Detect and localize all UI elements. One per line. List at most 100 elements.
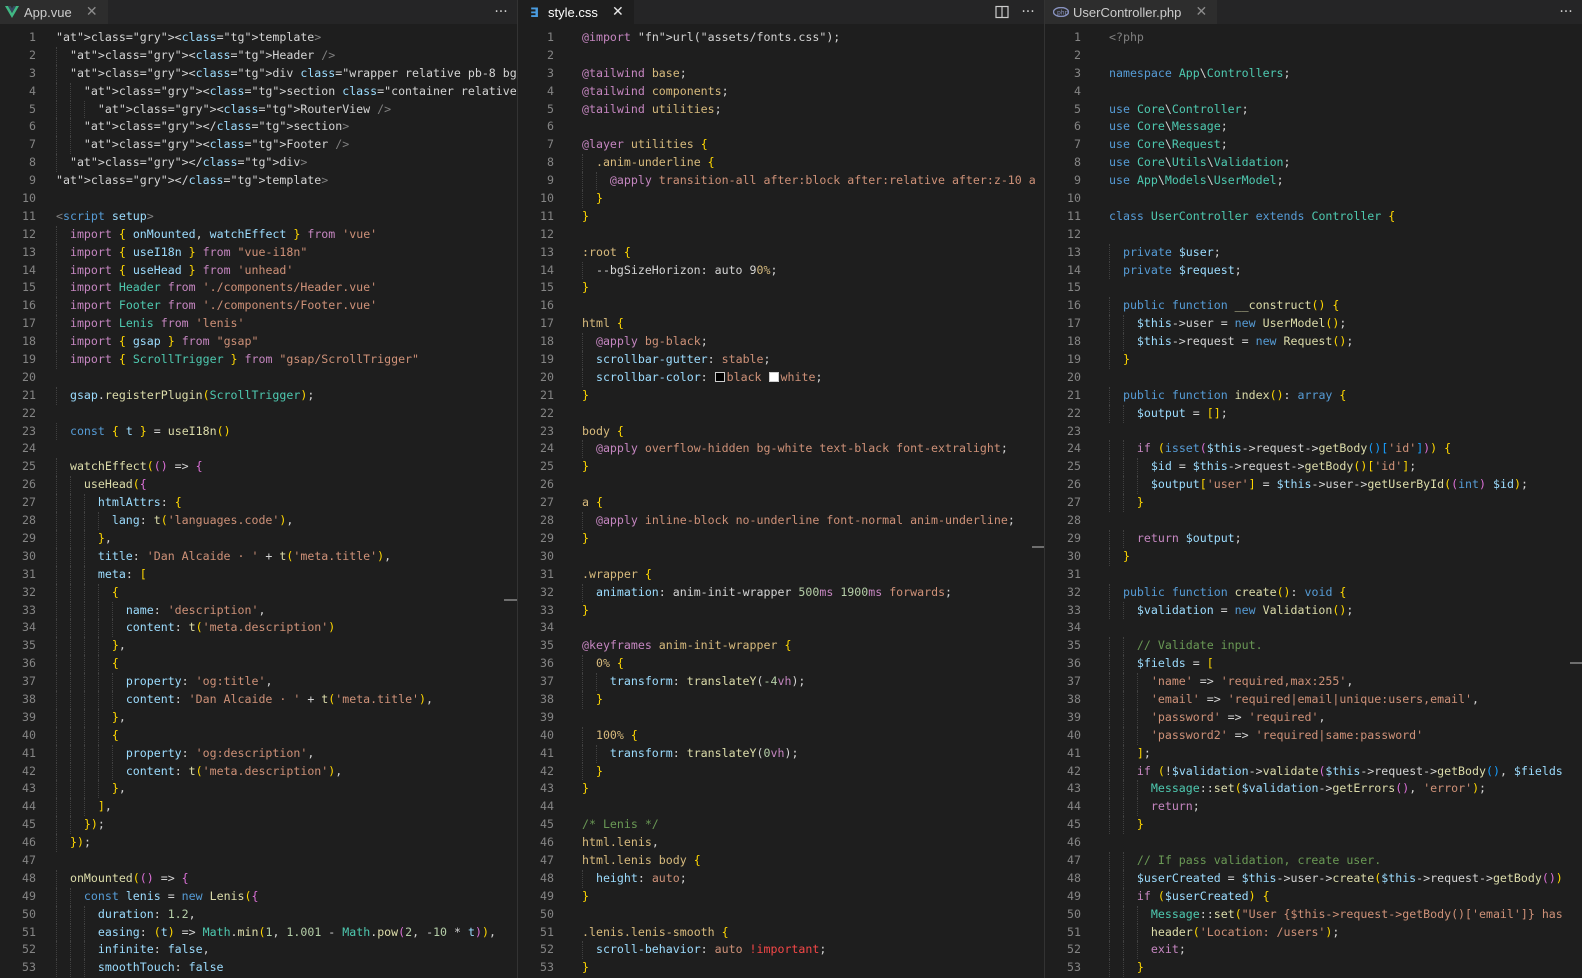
code-text: }	[582, 530, 589, 545]
code-line: 34	[518, 619, 1044, 637]
code-text: ];	[1136, 745, 1151, 760]
line-number: 42	[1067, 763, 1081, 778]
code-line: 16 public function __construct() {	[1045, 297, 1582, 316]
line-number: 39	[540, 709, 554, 724]
line-number: 27	[22, 495, 36, 510]
tab-style-css[interactable]: ∃ style.css ✕	[518, 0, 634, 24]
code-editor[interactable]: 1 <?php 2 3 namespace App\Controllers; 4 5 use …	[1045, 29, 1582, 978]
code-text: name: 'description',	[125, 602, 266, 617]
line-number: 5	[1074, 101, 1081, 116]
code-text: $output = [];	[1136, 405, 1228, 420]
code-line: 7 use Core\Request;	[1045, 136, 1582, 154]
line-number: 28	[1067, 513, 1081, 528]
code-line: 19 import { ScrollTrigger } from "gsap/S…	[0, 351, 517, 369]
line-number: 24	[22, 441, 36, 456]
code-line: 33 $validation = new Validation();	[1045, 601, 1582, 620]
code-line: 11}	[518, 208, 1044, 226]
code-text: import { ScrollTrigger } from "gsap/Scro…	[69, 352, 420, 367]
code-line: 14 --bgSizeHorizon: auto 90%;	[518, 261, 1044, 280]
code-line: 24	[0, 440, 517, 458]
scrollbar-thumb[interactable]	[1032, 546, 1044, 548]
code-line: 34 content: t('meta.description')	[0, 619, 517, 638]
code-text: --bgSizeHorizon: auto 90%;	[582, 262, 778, 277]
editor-pane-user-controller-php: php UserController.php ✕ ··· 1 <?php 2 3 nam…	[1044, 0, 1582, 978]
code-line: 1 "at">class="gry"><class="tg">template>	[0, 29, 517, 47]
code-line: 2 "at">class="gry"><class="tg">Header />	[0, 46, 517, 65]
code-text: duration: 1.2,	[97, 906, 196, 921]
code-line: 23	[1045, 423, 1582, 441]
line-number: 8	[547, 155, 554, 170]
code-text: "at">class="gry"></class="tg">div>	[69, 155, 308, 170]
line-number: 4	[547, 83, 554, 98]
line-number: 40	[1067, 727, 1081, 742]
code-line: 6	[518, 118, 1044, 136]
line-number: 41	[22, 745, 36, 760]
line-number: 13	[540, 244, 554, 259]
code-editor[interactable]: 1 @import "fn">url("assets/fonts.css"); 2 3…	[518, 29, 1044, 978]
code-line: 44	[518, 798, 1044, 816]
code-editor[interactable]: 1 "at">class="gry"><class="tg">template> 2…	[0, 29, 517, 978]
code-text: import { useI18n } from "vue-i18n"	[69, 244, 308, 259]
code-text: body {	[582, 423, 624, 438]
code-text: <script setup>	[56, 208, 154, 223]
code-text: }	[1122, 548, 1130, 563]
line-number: 42	[22, 763, 36, 778]
split-editor-icon[interactable]	[992, 2, 1012, 22]
code-line: 9 @apply transition-all after:block afte…	[518, 172, 1044, 191]
close-icon[interactable]: ✕	[610, 4, 626, 20]
more-actions-icon[interactable]: ···	[491, 2, 511, 22]
code-text: }	[1136, 817, 1144, 832]
code-text: @apply inline-block no-underline font-no…	[595, 513, 1015, 528]
line-number: 10	[540, 191, 554, 206]
code-line: 26 useHead({	[0, 476, 517, 495]
code-line: 49 const lenis = new Lenis({	[0, 887, 517, 906]
line-number: 38	[22, 691, 36, 706]
code-text: },	[111, 638, 126, 653]
line-number: 28	[540, 513, 554, 528]
line-number: 44	[22, 799, 36, 814]
line-number: 45	[1067, 817, 1081, 832]
tab-app-vue[interactable]: App.vue ✕	[0, 0, 108, 24]
line-number: 34	[1067, 620, 1081, 635]
code-text: smoothTouch: false	[97, 960, 224, 975]
code-text: use Core\Message;	[1109, 119, 1228, 134]
line-number: 22	[1067, 405, 1081, 420]
code-line: 52 infinite: false,	[0, 941, 517, 960]
code-text: $this->user = new UserModel();	[1136, 316, 1347, 331]
more-actions-icon[interactable]: ···	[1018, 2, 1038, 22]
line-number: 47	[22, 852, 36, 867]
tab-user-controller-php[interactable]: php UserController.php ✕	[1045, 0, 1218, 24]
code-line: 40 'password2' => 'required|same:passwor…	[1045, 726, 1582, 745]
close-icon[interactable]: ✕	[1193, 4, 1209, 20]
line-number: 23	[1067, 423, 1081, 438]
line-number: 19	[22, 352, 36, 367]
code-text: content: t('meta.description')	[125, 620, 336, 635]
line-number: 23	[22, 423, 36, 438]
line-number: 39	[22, 709, 36, 724]
line-number: 4	[29, 83, 36, 98]
line-number: 8	[29, 155, 36, 170]
line-number: 11	[22, 208, 36, 223]
editor-area: App.vue ✕ ··· 1 "at">class="gry"><class="…	[0, 0, 1582, 978]
code-line: 46 html.lenis,	[518, 834, 1044, 852]
code-line: 23 body {	[518, 423, 1044, 441]
more-actions-icon[interactable]: ···	[1556, 2, 1576, 22]
line-number: 53	[22, 960, 36, 975]
close-icon[interactable]: ✕	[84, 4, 100, 20]
code-line: 32 {	[0, 583, 517, 602]
code-text: @layer utilities {	[582, 137, 708, 152]
code-line: 43 },	[0, 780, 517, 799]
code-text: easing: (t) => Math.min(1, 1.001 - Math.…	[97, 924, 496, 939]
line-number: 29	[540, 530, 554, 545]
code-line: 9 "at">class="gry"></class="tg">template>	[0, 172, 517, 190]
line-number: 35	[22, 638, 36, 653]
code-line: 42 }	[518, 762, 1044, 781]
scrollbar-thumb[interactable]	[504, 599, 517, 601]
code-text: "at">class="gry"></class="tg">template>	[56, 173, 329, 188]
scrollbar-thumb[interactable]	[1570, 662, 1582, 664]
code-text: ],	[97, 799, 112, 814]
tab-bar: php UserController.php ✕ ···	[1045, 0, 1582, 24]
code-line: 32 animation: anim-init-wrapper 500ms 19…	[518, 583, 1044, 602]
code-line: 27 htmlAttrs: {	[0, 494, 517, 513]
line-number: 24	[1067, 441, 1081, 456]
